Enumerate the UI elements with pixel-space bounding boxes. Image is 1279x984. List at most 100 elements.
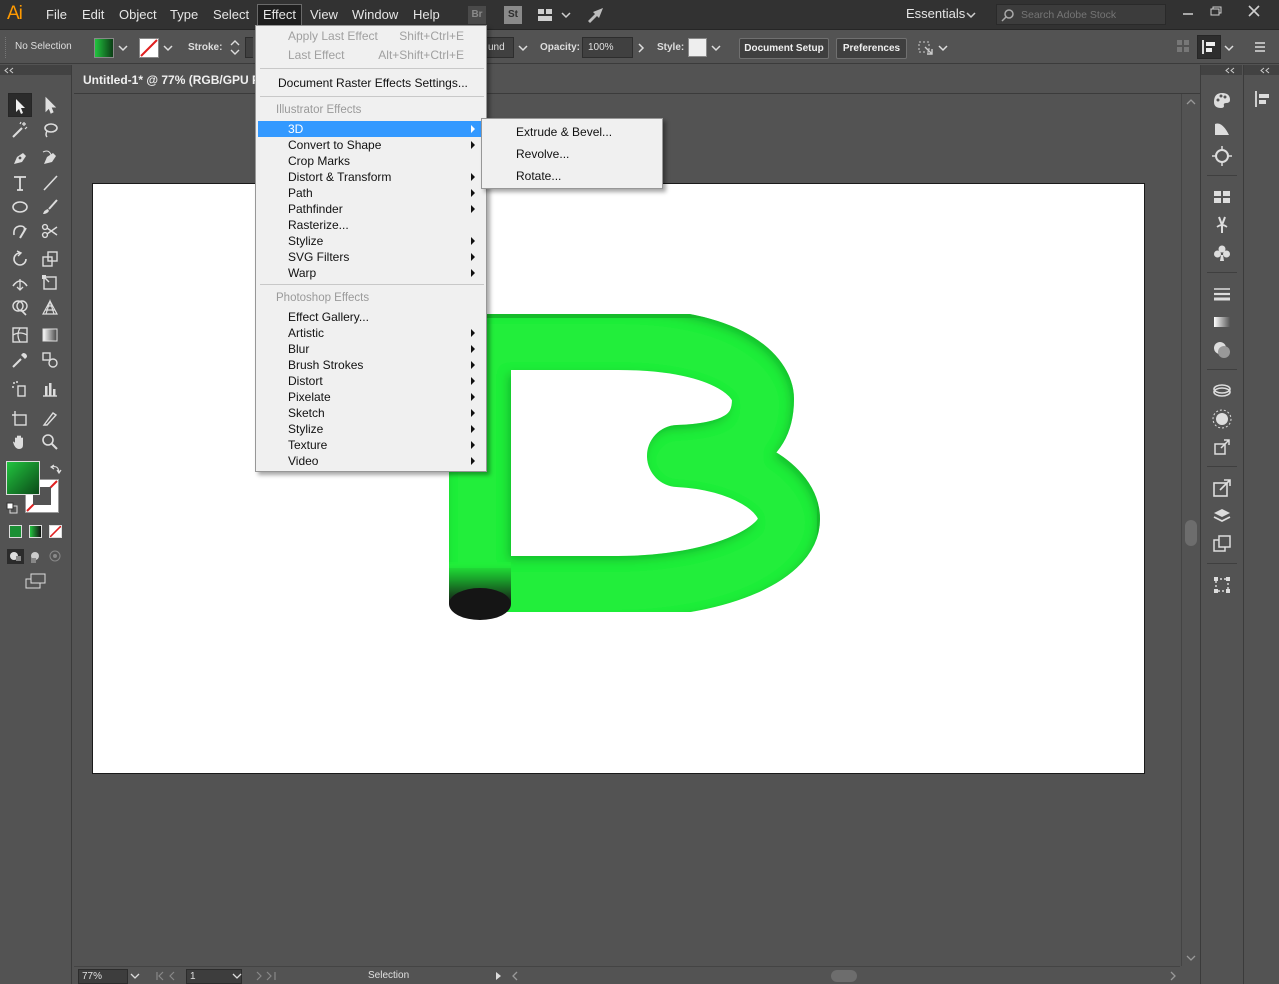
arrange-documents-icon[interactable] bbox=[537, 6, 573, 24]
document-setup-button[interactable]: Document Setup bbox=[739, 38, 829, 59]
gradient-panel-icon[interactable] bbox=[1210, 310, 1234, 334]
asset-export-icon[interactable] bbox=[1210, 435, 1234, 459]
panel-grip[interactable] bbox=[1244, 65, 1279, 75]
menuitem-distort[interactable]: Distort bbox=[258, 373, 484, 389]
menu-window[interactable]: Window bbox=[347, 7, 403, 24]
search-input[interactable] bbox=[1021, 7, 1161, 22]
menuitem-convert-to-shape[interactable]: Convert to Shape bbox=[258, 137, 484, 153]
chevron-down-icon[interactable] bbox=[130, 971, 140, 981]
scroll-down-icon[interactable] bbox=[1186, 954, 1196, 962]
menuitem-stylize-ps[interactable]: Stylize bbox=[258, 421, 484, 437]
artboards-panel-icon[interactable] bbox=[1210, 532, 1234, 556]
color-panel-icon[interactable] bbox=[1210, 88, 1234, 112]
eyedropper-tool[interactable] bbox=[8, 348, 32, 372]
menuitem-brush-strokes[interactable]: Brush Strokes bbox=[258, 357, 484, 373]
panel-menu-icon[interactable] bbox=[1252, 39, 1268, 55]
transparency-panel-icon[interactable] bbox=[1210, 338, 1234, 362]
symbol-sprayer-tool[interactable] bbox=[8, 377, 32, 401]
menuitem-video[interactable]: Video bbox=[258, 453, 484, 469]
layers-panel-icon[interactable] bbox=[1210, 504, 1234, 528]
panel-grip[interactable] bbox=[1201, 65, 1242, 75]
menu-edit[interactable]: Edit bbox=[77, 7, 109, 24]
menu-object[interactable]: Object bbox=[114, 7, 162, 24]
menuitem-rotate[interactable]: Rotate... bbox=[484, 166, 660, 186]
menu-view[interactable]: View bbox=[305, 7, 343, 24]
shape-builder-tool[interactable] bbox=[8, 295, 32, 319]
select-similar-icon[interactable] bbox=[916, 38, 936, 58]
restore-button[interactable] bbox=[1205, 2, 1227, 22]
fill-swatch[interactable] bbox=[94, 38, 114, 58]
shaper-tool[interactable] bbox=[8, 219, 32, 243]
pen-tool[interactable] bbox=[8, 146, 32, 170]
perspective-grid-tool[interactable] bbox=[38, 295, 62, 319]
magic-wand-tool[interactable] bbox=[8, 118, 32, 142]
line-segment-tool[interactable] bbox=[38, 171, 62, 195]
stroke-weight-field[interactable] bbox=[245, 37, 253, 58]
menuitem-svg-filters[interactable]: SVG Filters bbox=[258, 249, 484, 265]
none-mode-button[interactable] bbox=[49, 525, 62, 538]
paintbrush-tool[interactable] bbox=[38, 195, 62, 219]
menu-effect[interactable]: Effect bbox=[257, 4, 303, 26]
align-panel-icon[interactable] bbox=[1252, 88, 1274, 110]
menuitem-rasterize[interactable]: Rasterize... bbox=[258, 217, 484, 233]
menuitem-3d[interactable]: 3D bbox=[258, 121, 484, 137]
width-tool[interactable] bbox=[8, 271, 32, 295]
gradient-mode-button[interactable] bbox=[29, 525, 42, 538]
menuitem-stylize[interactable]: Stylize bbox=[258, 233, 484, 249]
menuitem-blur[interactable]: Blur bbox=[258, 341, 484, 357]
vertical-scroll-thumb[interactable] bbox=[1185, 520, 1197, 546]
vertical-scrollbar[interactable] bbox=[1181, 94, 1199, 966]
color-mode-button[interactable] bbox=[9, 525, 22, 538]
default-fill-stroke-icon[interactable] bbox=[6, 502, 18, 514]
recolor-artwork-icon[interactable] bbox=[1210, 144, 1234, 168]
preferences-button[interactable]: Preferences bbox=[836, 38, 907, 59]
workspace-switcher[interactable]: Essentials bbox=[898, 5, 986, 25]
symbols-panel-icon[interactable] bbox=[1210, 241, 1234, 265]
swatches-panel-icon[interactable] bbox=[1210, 185, 1234, 209]
document-tab[interactable]: Untitled-1* @ 77% (RGB/GPU Preview) bbox=[74, 67, 258, 93]
curvature-tool[interactable] bbox=[38, 146, 62, 170]
hand-tool[interactable] bbox=[8, 430, 32, 454]
menu-file[interactable]: File bbox=[41, 7, 72, 24]
menuitem-effect-gallery[interactable]: Effect Gallery... bbox=[258, 309, 484, 325]
menuitem-warp[interactable]: Warp bbox=[258, 265, 484, 281]
chevron-down-icon[interactable] bbox=[162, 42, 174, 54]
next-last-artboard-icon[interactable] bbox=[252, 970, 280, 982]
bridge-icon[interactable]: Br bbox=[468, 6, 486, 24]
brushes-panel-icon[interactable] bbox=[1210, 213, 1234, 237]
menu-help[interactable]: Help bbox=[408, 7, 445, 24]
menu-type[interactable]: Type bbox=[165, 7, 203, 24]
stock-icon[interactable]: St bbox=[504, 6, 522, 24]
zoom-level-field[interactable]: 77% bbox=[78, 969, 128, 984]
letter-b-artwork[interactable] bbox=[93, 184, 1146, 775]
free-transform-tool[interactable] bbox=[38, 271, 62, 295]
menuitem-pathfinder[interactable]: Pathfinder bbox=[258, 201, 484, 217]
chevron-down-icon[interactable] bbox=[937, 42, 949, 54]
menuitem-apply-last-effect[interactable]: Apply Last Effect Shift+Ctrl+E bbox=[258, 28, 484, 44]
scroll-right-icon[interactable] bbox=[1168, 970, 1178, 982]
change-screen-mode-icon[interactable] bbox=[24, 572, 48, 590]
gpu-performance-icon[interactable] bbox=[585, 6, 607, 24]
stroke-swatch[interactable] bbox=[139, 38, 159, 58]
gradient-tool[interactable] bbox=[38, 323, 62, 347]
swap-fill-stroke-icon[interactable] bbox=[50, 463, 62, 475]
horizontal-scroll-thumb[interactable] bbox=[831, 970, 857, 982]
chevron-down-icon[interactable] bbox=[710, 42, 722, 54]
panel-grip[interactable] bbox=[0, 65, 71, 75]
transform-panel-icon[interactable] bbox=[1210, 573, 1234, 597]
blend-tool[interactable] bbox=[38, 348, 62, 372]
color-guide-icon[interactable] bbox=[1210, 116, 1234, 140]
opacity-field[interactable]: 100% bbox=[582, 37, 633, 58]
collapse-icon[interactable] bbox=[1260, 67, 1270, 74]
collapse-icon[interactable] bbox=[4, 67, 14, 74]
draw-normal-icon[interactable] bbox=[7, 549, 24, 564]
arrange-icon[interactable] bbox=[1176, 39, 1190, 53]
fill-color-front[interactable] bbox=[6, 461, 40, 495]
draw-inside-icon[interactable] bbox=[47, 549, 64, 564]
panel-grip[interactable] bbox=[5, 37, 8, 58]
scroll-left-icon[interactable] bbox=[510, 970, 520, 982]
column-graph-tool[interactable] bbox=[38, 377, 62, 401]
zoom-tool[interactable] bbox=[38, 430, 62, 454]
first-prev-artboard-icon[interactable] bbox=[154, 970, 182, 982]
chevron-down-icon[interactable] bbox=[517, 42, 529, 54]
